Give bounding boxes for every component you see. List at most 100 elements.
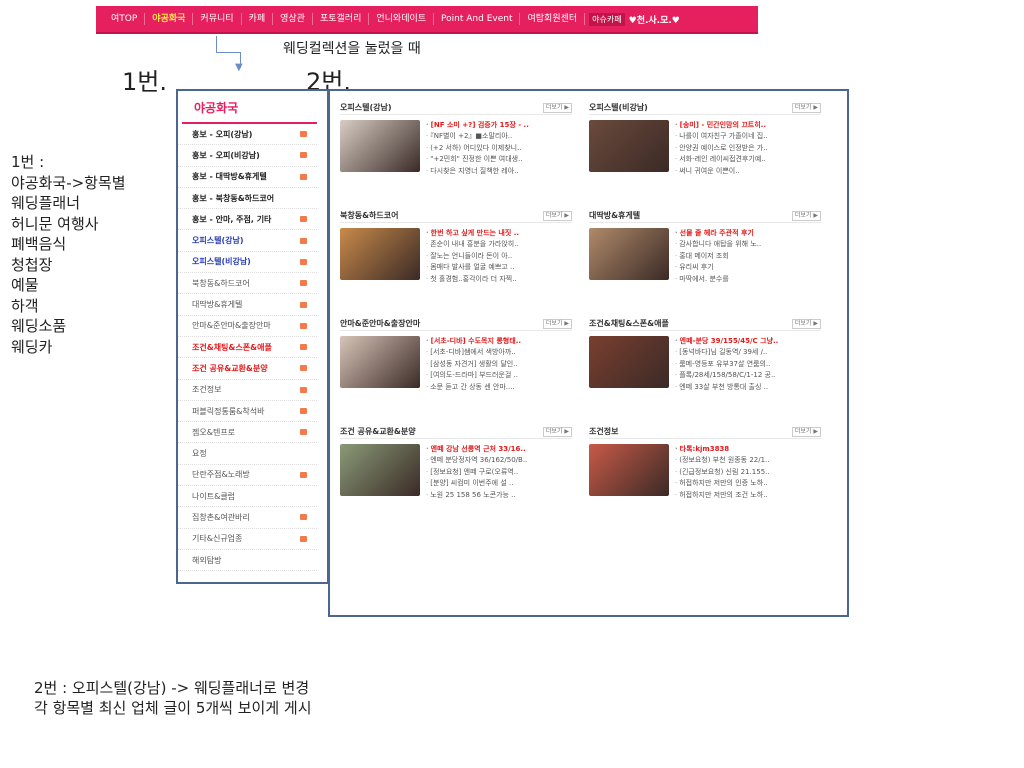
post-thumbnail[interactable] (589, 120, 669, 172)
post-link[interactable]: · 타톡:kjm3838 (675, 444, 821, 455)
post-link[interactable]: · (긴급정보요청) 신림 21.155.. (675, 467, 821, 478)
post-thumbnail[interactable] (340, 444, 420, 496)
more-button[interactable]: 더보기 ▶ (791, 318, 821, 329)
sidebar-item[interactable]: 기타&신규업종 (178, 529, 317, 550)
nav-item-point-event[interactable]: Point And Event (434, 13, 521, 25)
sidebar-item[interactable]: 오피스텔(강남) (178, 230, 317, 252)
post-link[interactable]: · "+2민희" 진정한 이쁜 여대생.. (426, 154, 572, 165)
more-button[interactable]: 더보기 ▶ (542, 426, 572, 437)
post-link[interactable]: · 허접하지만 저만의 인증 노하.. (675, 478, 821, 489)
sidebar-item[interactable]: 북창동&하드코어 (178, 273, 317, 295)
post-thumbnail[interactable] (340, 120, 420, 172)
post-link[interactable]: · 마딱에서. 분수를 (675, 274, 821, 285)
nav-item-video[interactable]: 영상관 (273, 13, 313, 25)
more-button[interactable]: 더보기 ▶ (542, 318, 572, 329)
post-link[interactable]: · 존순이 내내 흥분을 가라앉히.. (426, 239, 572, 250)
post-link[interactable]: · 나를이 여자친구 가졸이네 집.. (675, 131, 821, 142)
post-link[interactable]: · 잘노는 언니들이라 돈이 아.. (426, 251, 572, 262)
nav-item-photo-gallery[interactable]: 포토갤러리 (313, 13, 370, 25)
post-link[interactable]: · [송미] - 민간인맘의 끄트히.. (675, 120, 821, 131)
post-link[interactable]: · [서초-디바] 수도목지 롱형태.. (426, 336, 572, 347)
post-link[interactable]: · 룸메-영등포 유부37살 연룸의.. (675, 359, 821, 370)
post-link[interactable]: · [여의도-드라마] 부드러운걸 .. (426, 370, 572, 381)
sidebar-item[interactable]: 홍보 - 대딱방&휴게텔 (178, 167, 317, 188)
post-link[interactable]: · 엔떼 분당정자역 36/162/50/B.. (426, 455, 572, 466)
post-link[interactable]: · 엔떼 강남 선릉역 근처 33/16.. (426, 444, 572, 455)
post-link[interactable]: · [삼성동 자견거] 생활의 달인.. (426, 359, 572, 370)
post-link[interactable]: · 한번 하고 싶게 만드는 내짓 .. (426, 228, 572, 239)
sidebar-item[interactable]: 요정 (178, 443, 317, 465)
sidebar-item[interactable]: 집창촌&여관바리 (178, 507, 317, 529)
post-link[interactable]: · 엔떼 33살 부천 방통대 출싱 .. (675, 382, 821, 393)
board-section-title[interactable]: 조건정보 (589, 426, 618, 437)
sidebar-item[interactable]: 조건 공유&교환&분양 (178, 358, 317, 380)
club-link[interactable]: ♥천.사.모.♥ (629, 13, 680, 26)
board-section-title[interactable]: 안마&준안마&출장안마 (340, 318, 420, 329)
post-link[interactable]: · 유리씨 후기 (675, 262, 821, 273)
post-link[interactable]: · [NF 소미 +?] 검증가 15장 - .. (426, 120, 572, 131)
sidebar-item[interactable]: 오피스텔(비강남) (178, 252, 317, 274)
sidebar-item[interactable]: 홍보 - 오피(비강남) (178, 145, 317, 167)
sidebar-item[interactable]: 조건&채팅&스폰&애플 (178, 337, 317, 359)
board-section-title[interactable]: 조건 공유&교환&분양 (340, 426, 416, 437)
nav-item-cafe[interactable]: 카페 (242, 13, 274, 25)
post-thumbnail[interactable] (589, 336, 669, 388)
board-section-title[interactable]: 오피스텔(비강남) (589, 102, 648, 113)
more-button[interactable]: 더보기 ▶ (791, 426, 821, 437)
post-link[interactable]: · [분양] 씨컴미 이번주에 설 .. (426, 478, 572, 489)
post-link[interactable]: · 감사합니다 애탑을 위해 노.. (675, 239, 821, 250)
post-link[interactable]: · [동넉바다]님 길동역/ 39세 /.. (675, 347, 821, 358)
post-link[interactable]: · 써니 귀여운 이쁜이.. (675, 166, 821, 177)
post-link[interactable]: · 첫 홀경험..홍각이라 더 자찍.. (426, 274, 572, 285)
post-thumbnail[interactable] (589, 228, 669, 280)
nav-item-community[interactable]: 커뮤니티 (193, 13, 242, 25)
post-link[interactable]: · 홍대 메이저 조회 (675, 251, 821, 262)
post-link[interactable]: · (+2 서하) 어디있다 이제찾니.. (426, 143, 572, 154)
sidebar-item[interactable]: 조건정보 (178, 380, 317, 401)
nav-item-date[interactable]: 언니와데이트 (369, 13, 435, 25)
nav-item-member-center[interactable]: 여탑회원센터 (520, 13, 586, 25)
sidebar-item[interactable]: 안마&준안마&출장안마 (178, 316, 317, 337)
post-link[interactable]: · [서초-디바]쌤에서 색방아까.. (426, 347, 572, 358)
sidebar-item[interactable]: 대딱방&휴게텔 (178, 294, 317, 316)
post-link[interactable]: · (정보요청) 부천 원종동 22/1.. (675, 455, 821, 466)
post-link[interactable]: · 허접하지만 저만의 조건 노하.. (675, 490, 821, 501)
board-section-title[interactable]: 조건&채팅&스폰&애플 (589, 318, 669, 329)
nav-item-top[interactable]: 여TOP (104, 13, 146, 25)
cafe-badge[interactable]: 야슈카페 (589, 12, 625, 26)
board-section-title[interactable]: 대딱방&휴게텔 (589, 210, 640, 221)
sidebar-item[interactable]: 퍼블릭정통룸&착석바 (178, 401, 317, 423)
sidebar-item[interactable]: 홍보 - 북창동&하드코어 (178, 188, 317, 210)
post-thumbnail[interactable] (589, 444, 669, 496)
post-link[interactable]: · 플록/28세/158/58/C/1-12 공.. (675, 370, 821, 381)
post-link[interactable]: · [정보요청] 엔떼 구로(오류역.. (426, 467, 572, 478)
post-thumbnail[interactable] (340, 336, 420, 388)
more-button[interactable]: 더보기 ▶ (791, 102, 821, 113)
sidebar-item[interactable]: 젬오&텐프로 (178, 422, 317, 444)
nav-item-yagong[interactable]: 야공화국 (145, 13, 194, 25)
post-link[interactable]: · 엔떼-분당 39/155/45/C 그냥.. (675, 336, 821, 347)
more-button[interactable]: 더보기 ▶ (791, 210, 821, 221)
more-button[interactable]: 더보기 ▶ (542, 210, 572, 221)
post-link[interactable]: · 다시찾은 지영너 질책한 레아.. (426, 166, 572, 177)
post-link[interactable]: · 선물 줄 헤라 주관적 후기 (675, 228, 821, 239)
post-thumbnail[interactable] (340, 228, 420, 280)
sidebar-item[interactable]: 나이트&클럽 (178, 486, 317, 508)
sidebar-item[interactable]: 단란주점&노래방 (178, 465, 317, 487)
post-link[interactable]: · 몸매다 발사를 얼굴 예쁘고 .. (426, 262, 572, 273)
sidebar-item-label: 북창동&하드코어 (192, 278, 250, 288)
board-section-title[interactable]: 북창동&하드코어 (340, 210, 399, 221)
post-link[interactable]: · 『NF별이 +2』■소말리아.. (426, 131, 572, 142)
post-title: 엔떼 강남 선릉역 근처 33/16.. (430, 445, 526, 453)
sidebar-item[interactable]: 홍보 - 안마, 주점, 기타 (178, 209, 317, 231)
new-post-icon (300, 471, 307, 478)
post-link[interactable]: · 소문 듣고 간 상동 센 안마.... (426, 382, 572, 393)
arrow-down-icon: ▼ (235, 62, 243, 73)
sidebar-item[interactable]: 해외탐방 (178, 550, 317, 572)
post-link[interactable]: · 안양권 예이스로 인정받은 가.. (675, 143, 821, 154)
post-link[interactable]: · 서화-레인 레이씨접견후기예.. (675, 154, 821, 165)
post-link[interactable]: · 노원 25 158 56 노콘가능 .. (426, 490, 572, 501)
board-section-title[interactable]: 오피스텔(강남) (340, 102, 391, 113)
more-button[interactable]: 더보기 ▶ (542, 102, 572, 113)
sidebar-item[interactable]: 홍보 - 오피(강남) (178, 124, 317, 146)
